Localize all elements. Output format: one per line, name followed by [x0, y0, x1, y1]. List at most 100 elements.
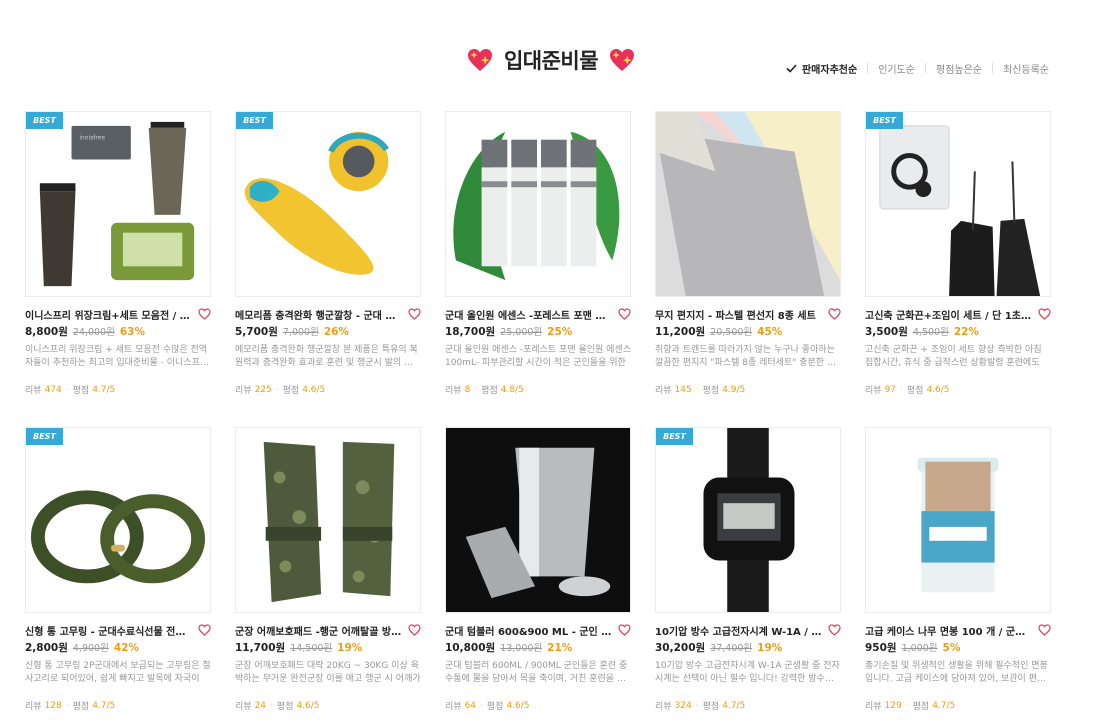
sort-label: 최신등록순 [1003, 64, 1049, 76]
product-card[interactable]: 무지 편지지 - 파스텔 편선지 8종 세트 11,200원 20,500원 45%… [655, 111, 841, 412]
rating-value: 4.7/5 [722, 700, 746, 711]
rating-value: 4.6/5 [296, 700, 320, 711]
product-card[interactable]: 고급 케이스 나무 면봉 100 개 / 군대 면봉 950원 1,000원 5% … [865, 427, 1051, 725]
discount-rate: 5% [942, 642, 961, 654]
original-price: 13,000원 [500, 643, 543, 654]
sort-bar: 판매자추천순 인기도순 평점높은순 최신등록순 [786, 61, 1049, 76]
product-meta: 리뷰 324 · 평점 4.7/5 [655, 699, 841, 713]
review-count: 474 [44, 384, 62, 395]
heart-icon[interactable] [198, 308, 211, 320]
product-description: 10기압 방수 고급전자시계 W-1A 군생활 중 전자시계는 선택이 아닌 필… [655, 661, 840, 684]
rating-value: 4.8/5 [500, 384, 524, 395]
review-label: 리뷰 [445, 702, 462, 712]
rating-label: 평점 [486, 702, 504, 712]
sort-label: 평점높은순 [936, 64, 982, 76]
sort-recommended[interactable]: 판매자추천순 [786, 61, 857, 76]
heart-icon[interactable] [618, 308, 631, 320]
product-image[interactable] [235, 427, 421, 613]
separator-dot: · [905, 700, 909, 711]
heart-icon[interactable] [828, 308, 841, 320]
product-price: 3,500원 [865, 326, 908, 338]
discount-rate: 22% [953, 326, 979, 338]
divider [992, 63, 993, 73]
product-price: 10,800원 [445, 642, 496, 654]
product-name[interactable]: 메모리폼 충격완화 행군깔창 - 군대 입대준비물 [235, 307, 403, 322]
product-image[interactable]: BEST [865, 111, 1051, 297]
original-price: 25,000원 [500, 327, 543, 338]
heart-icon[interactable] [408, 308, 421, 320]
product-meta: 리뷰 24 · 평점 4.6/5 [235, 699, 421, 713]
separator-dot: · [900, 384, 903, 395]
product-price: 11,700원 [235, 642, 286, 654]
heart-icon[interactable] [1038, 624, 1051, 636]
product-card[interactable]: BEST 고신축 군화끈+조임이 세트 / 단 1초면 OK 3,500원 4,5… [865, 111, 1051, 412]
product-image[interactable] [445, 111, 631, 297]
product-price: 11,200원 [655, 326, 706, 338]
rating-label: 평점 [72, 702, 90, 712]
original-price: 14,500원 [290, 643, 333, 654]
product-meta: 리뷰 129 · 평점 4.7/5 [865, 699, 1051, 713]
heart-icon[interactable] [408, 624, 421, 636]
product-card[interactable]: 군대 텀블러 600&900 ML - 군인 텀블러 10,800원 13,000… [445, 427, 631, 725]
product-name[interactable]: 고신축 군화끈+조임이 세트 / 단 1초면 OK [865, 307, 1033, 322]
sort-rating[interactable]: 평점높은순 [936, 61, 982, 76]
product-meta: 리뷰 128 · 평점 4.7/5 [25, 699, 211, 713]
discount-rate: 45% [757, 326, 783, 338]
product-price: 30,200원 [655, 642, 706, 654]
discount-rate: 19% [337, 642, 363, 654]
product-card[interactable]: 군대 올인원 에센스 -포레스트 포맨 올인원 18,700원 25,000원 25… [445, 111, 631, 412]
product-name[interactable]: 군대 텀블러 600&900 ML - 군인 텀블러 [445, 623, 613, 638]
product-meta: 리뷰 145 · 평점 4.9/5 [655, 383, 841, 397]
best-badge: BEST [26, 112, 63, 129]
heart-icon[interactable] [828, 624, 841, 636]
product-name[interactable]: 고급 케이스 나무 면봉 100 개 / 군대 면봉 [865, 623, 1033, 638]
separator-dot: · [474, 384, 478, 395]
product-name[interactable]: 10기압 방수 고급전자시계 W-1A / 군용시계 [655, 623, 823, 638]
product-name[interactable]: 신형 통 고무링 - 군대수료식선물 전투복 고무링 [25, 623, 193, 638]
product-meta: 리뷰 225 · 평점 4.6/5 [235, 383, 421, 397]
product-name[interactable]: 이니스프리 위장크림+세트 모음전 / 군인 위장크림 [25, 307, 193, 322]
original-price: 4,900원 [72, 643, 109, 654]
product-name[interactable]: 군대 올인원 에센스 -포레스트 포맨 올인원 [445, 307, 613, 322]
product-card[interactable]: BEST 10기압 방수 고급전자시계 W-1A / 군용시계 30,200원 3… [655, 427, 841, 725]
review-label: 리뷰 [445, 386, 462, 396]
rating-value: 4.9/5 [722, 384, 746, 395]
product-image[interactable]: BEST [235, 111, 421, 297]
product-image[interactable] [445, 427, 631, 613]
review-label: 리뷰 [865, 702, 882, 712]
sort-popularity[interactable]: 인기도순 [878, 61, 915, 76]
product-description: 메모리폼 충격완화 행군깔창 본 제품은 특유의 복원력과 충격완화 효과로 훈… [235, 345, 421, 368]
product-card[interactable]: BEST innisfree 이니스프리 위장크림+세트 모음전 / 군인 위장… [25, 111, 211, 412]
product-image[interactable]: BEST [25, 427, 211, 613]
rating-label: 평점 [702, 386, 720, 396]
separator-dot: · [65, 700, 69, 711]
product-image[interactable] [865, 427, 1051, 613]
product-card[interactable]: 군장 어깨보호패드 -행군 어깨탈골 방지 패드 11,700원 14,500원 1… [235, 427, 421, 725]
best-badge: BEST [26, 428, 63, 445]
sort-newest[interactable]: 최신등록순 [1003, 61, 1049, 76]
rating-value: 4.7/5 [92, 384, 116, 395]
review-label: 리뷰 [25, 386, 42, 396]
heart-icon[interactable] [198, 624, 211, 636]
product-image[interactable]: BEST [655, 427, 841, 613]
rating-label: 평점 [912, 702, 930, 712]
product-name[interactable]: 무지 편지지 - 파스텔 편선지 8종 세트 [655, 307, 823, 322]
product-price: 5,700원 [235, 326, 278, 338]
product-image[interactable]: BEST innisfree [25, 111, 211, 297]
product-description: 신형 통 고무링 2P군대에서 보급되는 고무링은 철사고리로 되어있어, 쉽게… [25, 661, 211, 684]
original-price: 1,000원 [901, 643, 938, 654]
product-name[interactable]: 군장 어깨보호패드 -행군 어깨탈골 방지 패드 [235, 623, 403, 638]
rating-label: 평점 [72, 386, 90, 396]
check-icon [786, 63, 797, 73]
heart-icon[interactable] [1038, 308, 1051, 320]
product-image[interactable] [655, 111, 841, 297]
heart-icon[interactable] [618, 624, 631, 636]
discount-rate: 19% [757, 642, 783, 654]
best-badge: BEST [866, 112, 903, 129]
product-meta: 리뷰 474 · 평점 4.7/5 [25, 383, 211, 397]
product-price: 18,700원 [445, 326, 496, 338]
rating-label: 평점 [906, 386, 924, 396]
sparkling-heart-icon [466, 47, 494, 73]
product-card[interactable]: BEST 메모리폼 충격완화 행군깔창 - 군대 입대준비물 5,700원 7,0… [235, 111, 421, 412]
product-card[interactable]: BEST 신형 통 고무링 - 군대수료식선물 전투복 고무링 2,800원 4,… [25, 427, 211, 725]
